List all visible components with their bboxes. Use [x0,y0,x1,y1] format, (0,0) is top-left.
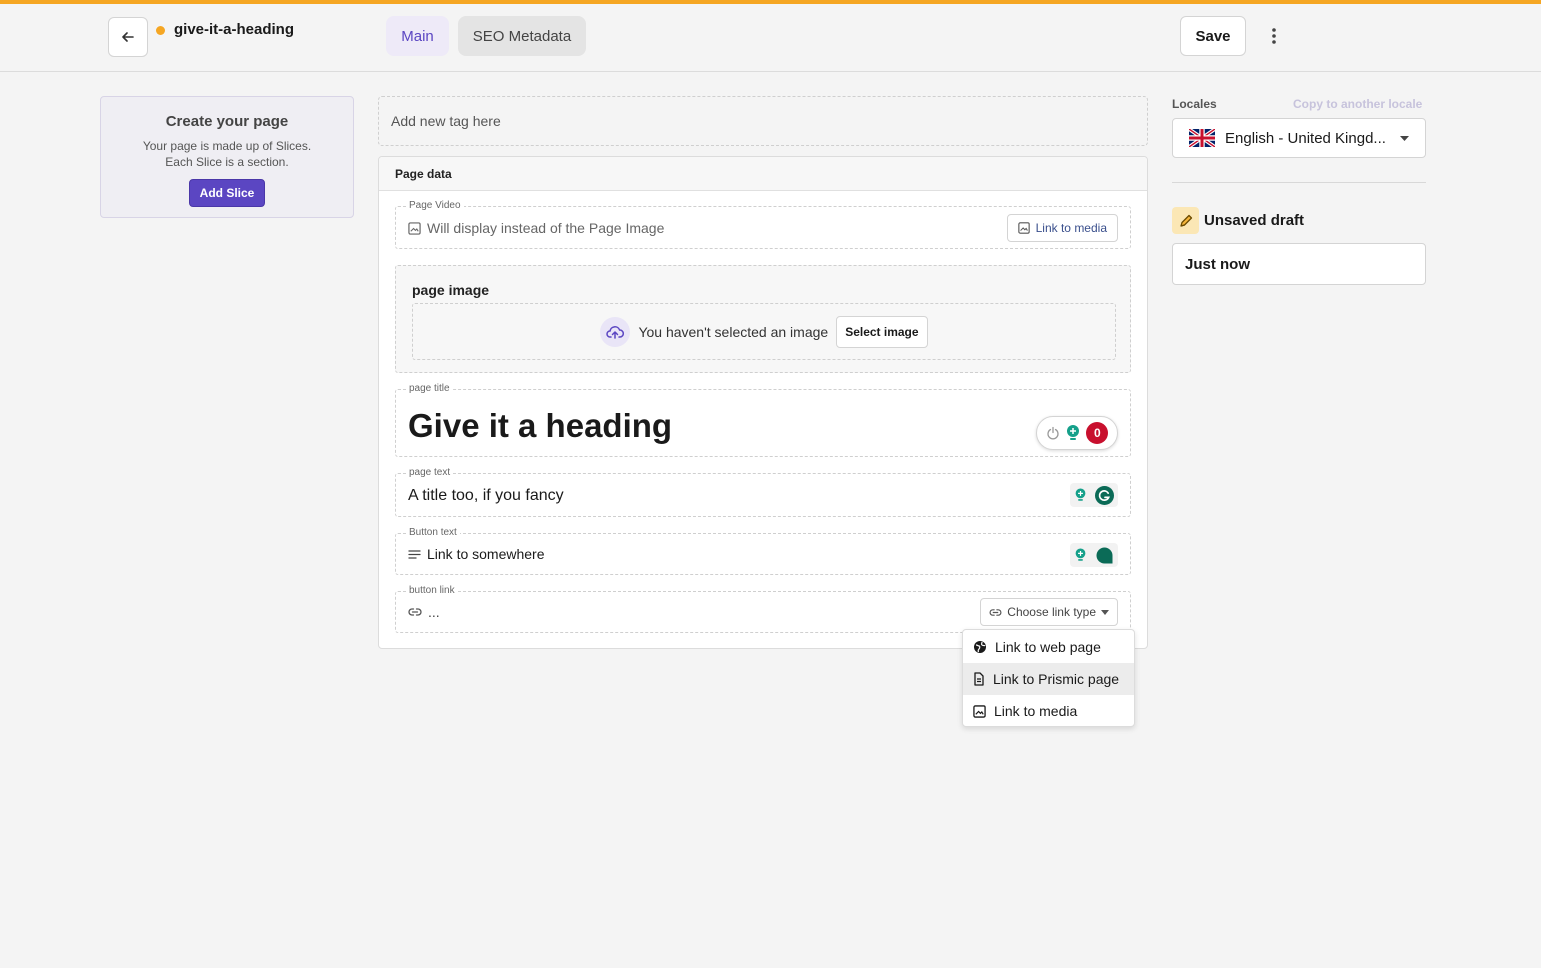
draft-status-time: Just now [1172,243,1426,285]
caret-down-icon [1101,609,1109,615]
slice-desc-line-1: Your page is made up of Slices. [142,139,312,153]
button-link-content: ... [408,604,440,620]
lightbulb-icon [1075,548,1086,561]
upload-cloud-icon [600,316,631,347]
save-button[interactable]: Save [1180,16,1246,56]
page-video-field[interactable]: Page Video Will display instead of the P… [395,200,1131,249]
tab-main[interactable]: Main [386,16,449,56]
page-video-placeholder: Will display instead of the Page Image [408,220,664,236]
menu-item-label: Link to media [994,703,1078,719]
menu-item-link-to-prismic-page[interactable]: Link to Prismic page [963,663,1134,695]
button-link-field[interactable]: button link ... Choose link type [395,585,1131,633]
button-text-content: Link to somewhere [408,546,545,562]
page-text-field[interactable]: page text A title too, if you fancy [395,467,1131,517]
locales-label: Locales [1172,97,1217,111]
page-text-label: page text [406,467,454,478]
draft-status-dot [156,26,165,35]
page-title-field[interactable]: page title Give it a heading 0 [395,383,1131,457]
choose-link-type-label: Choose link type [1007,605,1096,619]
link-icon [989,608,1002,616]
grammarly-alert-count: 0 [1086,422,1109,444]
more-options-button[interactable] [1262,22,1286,50]
image-icon [973,704,986,718]
tab-seo-metadata[interactable]: SEO Metadata [458,16,586,56]
menu-item-link-to-media[interactable]: Link to media [963,695,1134,727]
locale-value: English - United Kingd... [1225,129,1386,147]
button-link-value: ... [428,604,440,620]
menu-item-label: Link to Prismic page [993,671,1120,687]
back-button[interactable] [108,17,148,57]
button-link-label: button link [406,585,458,596]
document-icon [974,672,984,686]
draft-status-title: Unsaved draft [1204,212,1305,229]
uk-flag-icon [1189,129,1215,147]
caret-down-icon [1400,135,1409,141]
globe-icon [974,641,986,653]
text-lines-icon [408,549,421,559]
kebab-menu-icon [1272,28,1276,44]
image-icon [408,221,421,235]
image-icon [1017,222,1030,234]
no-image-text: You haven't selected an image [638,323,829,340]
page-data-panel: Page data Page Video Will display instea… [378,156,1148,649]
slice-panel: Create your page Your page is made up of… [100,96,354,218]
choose-link-type-button[interactable]: Choose link type [980,598,1118,626]
menu-item-link-to-web-page[interactable]: Link to web page [963,631,1134,663]
button-text-label: Button text [406,527,460,538]
locale-select[interactable]: English - United Kingd... [1172,118,1426,158]
grammarly-g-icon [1095,485,1114,505]
slice-panel-title: Create your page [165,113,289,130]
copy-to-another-locale-link[interactable]: Copy to another locale [1293,97,1422,111]
page-data-heading: Page data [379,157,1147,191]
page-title-label: page title [406,383,453,394]
link-type-menu: Link to web page Link to Prismic page Li… [962,629,1135,727]
slice-panel-description: Your page is made up of Slices. Each Sli… [101,138,353,170]
button-text-field[interactable]: Button text Link to somewhere [395,527,1131,575]
power-icon [1047,426,1059,440]
grammarly-widget-small[interactable] [1070,483,1118,507]
page-video-placeholder-text: Will display instead of the Page Image [427,220,665,236]
select-image-button[interactable]: Select image [836,315,928,348]
add-slice-button[interactable]: Add Slice [188,179,266,207]
top-header: give-it-a-heading Main SEO Metadata Save [0,4,1541,72]
lightbulb-icon [1075,488,1086,501]
link-to-media-label: Link to media [1035,221,1107,235]
image-dropzone[interactable]: You haven't selected an image Select ima… [412,303,1116,360]
page-video-label: Page Video [406,200,464,211]
link-to-media-button[interactable]: Link to media [1006,214,1118,242]
link-icon [408,608,422,616]
document-name: give-it-a-heading [174,21,295,38]
grammarly-widget[interactable]: 0 [1036,416,1118,450]
grammarly-widget-small[interactable] [1070,543,1118,567]
speech-bubble-icon [1096,547,1113,563]
tag-input[interactable]: Add new tag here [378,96,1148,146]
sidebar-divider [1172,182,1426,183]
pencil-icon [1172,207,1199,234]
arrow-left-icon [122,32,134,42]
slice-desc-line-2: Each Slice is a section. [165,155,289,169]
lightbulb-icon [1066,425,1079,440]
page-title-value[interactable]: Give it a heading [408,407,672,445]
button-text-value[interactable]: Link to somewhere [427,546,545,562]
page-image-label: page image [412,282,490,298]
page-text-value[interactable]: A title too, if you fancy [408,487,564,505]
page-image-field: page image You haven't selected an image… [395,265,1131,373]
menu-item-label: Link to web page [995,639,1101,655]
